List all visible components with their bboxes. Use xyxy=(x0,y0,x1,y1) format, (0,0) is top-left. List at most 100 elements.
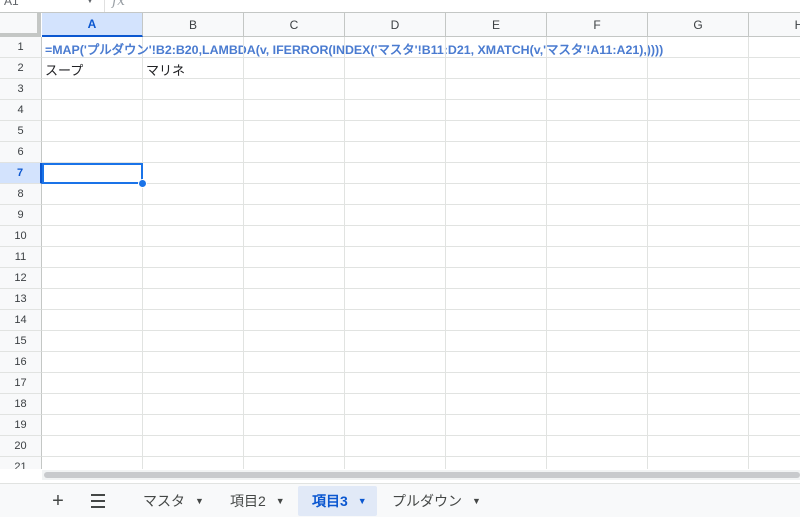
cell-g3[interactable] xyxy=(648,79,749,100)
cell-a7[interactable] xyxy=(42,163,147,188)
cell-g13[interactable] xyxy=(648,289,749,310)
cell-c2[interactable] xyxy=(244,58,345,79)
cell-h1[interactable] xyxy=(749,37,800,58)
cell-h6[interactable] xyxy=(749,142,800,163)
cell-g15[interactable] xyxy=(648,331,749,352)
cell-f8[interactable] xyxy=(547,184,648,205)
cell-f9[interactable] xyxy=(547,205,648,226)
cell-e1[interactable] xyxy=(446,37,547,58)
cell-c13[interactable] xyxy=(244,289,345,310)
cell-h3[interactable] xyxy=(749,79,800,100)
cell-d4[interactable] xyxy=(345,100,446,121)
cell-f21[interactable] xyxy=(547,457,648,469)
cell-a6[interactable] xyxy=(42,142,143,163)
cell-a18[interactable] xyxy=(42,394,143,415)
cell-a4[interactable] xyxy=(42,100,143,121)
column-header-e[interactable]: E xyxy=(446,13,547,37)
cell-h12[interactable] xyxy=(749,268,800,289)
cell-g9[interactable] xyxy=(648,205,749,226)
cell-g4[interactable] xyxy=(648,100,749,121)
cell-b17[interactable] xyxy=(143,373,244,394)
cell-g8[interactable] xyxy=(648,184,749,205)
cell-h15[interactable] xyxy=(749,331,800,352)
sheet-tab[interactable]: プルダウン ▼ xyxy=(378,486,491,516)
cell-e16[interactable] xyxy=(446,352,547,373)
cell-b7[interactable] xyxy=(143,163,244,184)
cell-h11[interactable] xyxy=(749,247,800,268)
cell-g20[interactable] xyxy=(648,436,749,457)
cell-c1[interactable] xyxy=(244,37,345,58)
cell-h21[interactable] xyxy=(749,457,800,469)
cell-e2[interactable] xyxy=(446,58,547,79)
cell-b6[interactable] xyxy=(143,142,244,163)
caret-down-icon[interactable]: ▼ xyxy=(472,496,481,506)
column-header-d[interactable]: D xyxy=(345,13,446,37)
cell-h14[interactable] xyxy=(749,310,800,331)
cell-a20[interactable] xyxy=(42,436,143,457)
cell-h19[interactable] xyxy=(749,415,800,436)
column-header-a[interactable]: A xyxy=(42,13,143,37)
cell-g1[interactable] xyxy=(648,37,749,58)
cell-a9[interactable] xyxy=(42,205,143,226)
cell-c12[interactable] xyxy=(244,268,345,289)
cell-h20[interactable] xyxy=(749,436,800,457)
sheet-tab[interactable]: 項目2 ▼ xyxy=(216,486,295,516)
row-header-9[interactable]: 9 xyxy=(0,205,42,226)
cell-g10[interactable] xyxy=(648,226,749,247)
caret-down-icon[interactable]: ▼ xyxy=(276,496,285,506)
cell-f3[interactable] xyxy=(547,79,648,100)
cell-d15[interactable] xyxy=(345,331,446,352)
row-header-2[interactable]: 2 xyxy=(0,58,42,79)
cell-d16[interactable] xyxy=(345,352,446,373)
cell-g19[interactable] xyxy=(648,415,749,436)
cell-a10[interactable] xyxy=(42,226,143,247)
cell-b18[interactable] xyxy=(143,394,244,415)
cell-b13[interactable] xyxy=(143,289,244,310)
cell-e3[interactable] xyxy=(446,79,547,100)
cell-c7[interactable] xyxy=(244,163,345,184)
cell-b19[interactable] xyxy=(143,415,244,436)
cell-f12[interactable] xyxy=(547,268,648,289)
cell-e5[interactable] xyxy=(446,121,547,142)
cell-f15[interactable] xyxy=(547,331,648,352)
cell-f14[interactable] xyxy=(547,310,648,331)
cell-a17[interactable] xyxy=(42,373,143,394)
cell-b15[interactable] xyxy=(143,331,244,352)
cell-g14[interactable] xyxy=(648,310,749,331)
cell-e14[interactable] xyxy=(446,310,547,331)
cell-e18[interactable] xyxy=(446,394,547,415)
column-header-g[interactable]: G xyxy=(648,13,749,37)
cell-a11[interactable] xyxy=(42,247,143,268)
chevron-down-icon[interactable]: ▼ xyxy=(86,0,94,5)
cell-e15[interactable] xyxy=(446,331,547,352)
cell-e13[interactable] xyxy=(446,289,547,310)
cell-g11[interactable] xyxy=(648,247,749,268)
row-header-4[interactable]: 4 xyxy=(0,100,42,121)
cell-f1[interactable] xyxy=(547,37,648,58)
row-header-15[interactable]: 15 xyxy=(0,331,42,352)
name-box[interactable]: A1 xyxy=(4,0,19,8)
cell-h13[interactable] xyxy=(749,289,800,310)
row-header-20[interactable]: 20 xyxy=(0,436,42,457)
cell-a13[interactable] xyxy=(42,289,143,310)
cell-e21[interactable] xyxy=(446,457,547,469)
cell-f18[interactable] xyxy=(547,394,648,415)
cell-c15[interactable] xyxy=(244,331,345,352)
cell-e9[interactable] xyxy=(446,205,547,226)
cell-f20[interactable] xyxy=(547,436,648,457)
cell-b1[interactable] xyxy=(143,37,244,58)
cell-d17[interactable] xyxy=(345,373,446,394)
cell-f10[interactable] xyxy=(547,226,648,247)
cell-d18[interactable] xyxy=(345,394,446,415)
cell-h10[interactable] xyxy=(749,226,800,247)
cell-c18[interactable] xyxy=(244,394,345,415)
cell-c10[interactable] xyxy=(244,226,345,247)
cell-g5[interactable] xyxy=(648,121,749,142)
cell-c17[interactable] xyxy=(244,373,345,394)
row-header-7[interactable]: 7 xyxy=(0,163,42,184)
cell-d14[interactable] xyxy=(345,310,446,331)
cell-h8[interactable] xyxy=(749,184,800,205)
row-header-6[interactable]: 6 xyxy=(0,142,42,163)
cell-e17[interactable] xyxy=(446,373,547,394)
cell-c20[interactable] xyxy=(244,436,345,457)
